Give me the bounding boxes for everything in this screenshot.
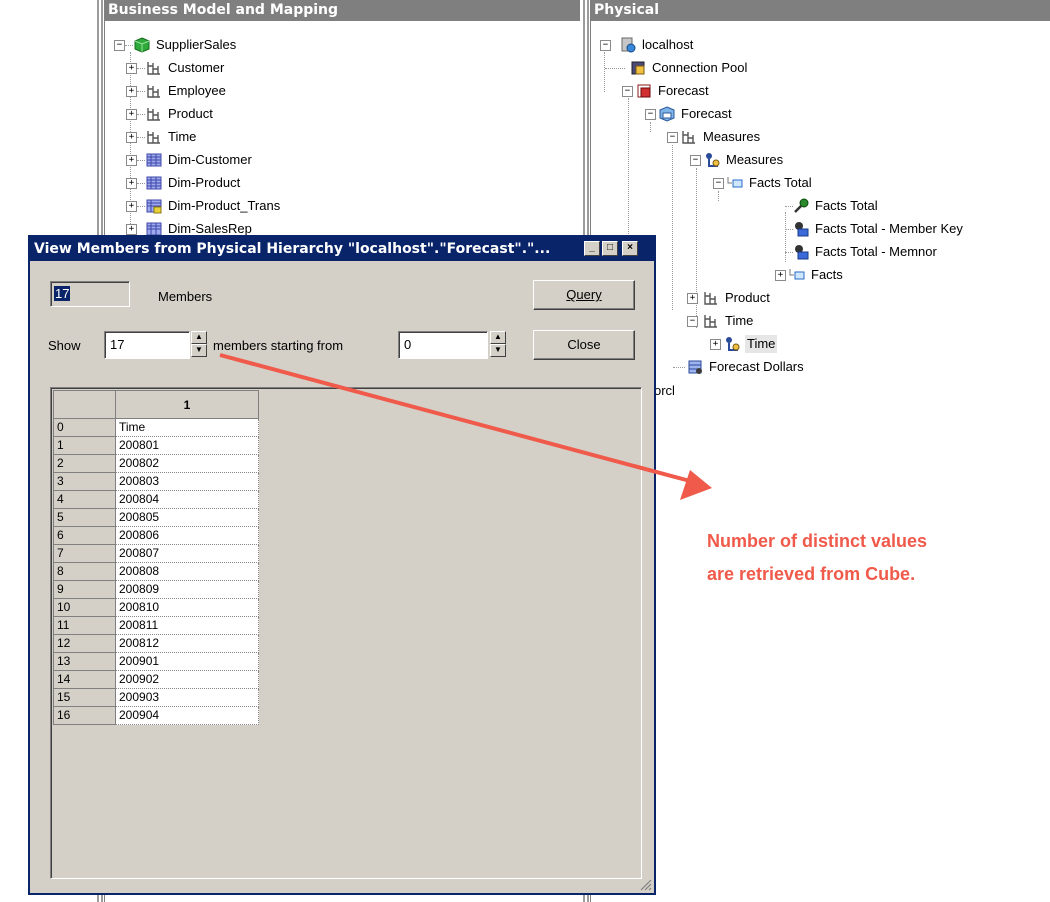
annotation-line-2: are retrieved from Cube. [707,564,916,584]
annotation-text: Number of distinct values are retrieved … [707,525,927,591]
annotation-line-1: Number of distinct values [707,531,928,551]
annotation-arrow [219,353,712,500]
